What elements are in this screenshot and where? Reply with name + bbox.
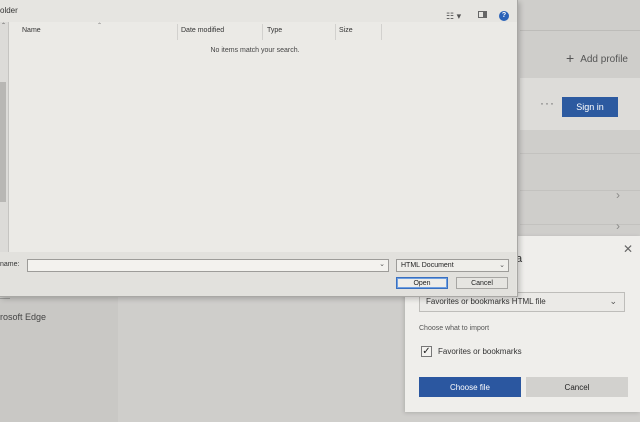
file-list[interactable]: ⌃ Name Date modified Type Size No items … (8, 22, 517, 252)
chevron-down-icon: ⌄ (499, 262, 505, 269)
sign-in-button[interactable]: Sign in (562, 97, 618, 117)
chevron-down-icon[interactable]: ⌄ (379, 260, 385, 268)
chevron-right-icon[interactable]: › (616, 219, 620, 233)
header-divider (520, 30, 640, 31)
cancel-button[interactable]: Cancel (526, 377, 628, 397)
sidebar-divider (0, 298, 10, 299)
preview-pane-icon[interactable] (478, 11, 487, 18)
file-name-label: name: (0, 261, 20, 268)
column-separator[interactable] (177, 24, 178, 40)
favorites-checkbox-label[interactable]: Favorites or bookmarks (438, 347, 522, 356)
chevron-down-icon: ⌄ (609, 296, 617, 306)
add-profile-link[interactable]: + Add profile (566, 50, 628, 66)
open-button[interactable]: Open (396, 277, 448, 289)
navigation-pane[interactable] (0, 22, 8, 252)
dialog-footer: name: ⌄ HTML Document ⌄ Open Cancel (0, 252, 516, 296)
file-open-dialog: older ☷ ▾ ? ⌃ ⌃ Name Date modified Type … (0, 0, 518, 297)
view-options-icon[interactable]: ☷ ▾ (446, 11, 461, 22)
column-separator[interactable] (381, 24, 382, 40)
file-type-value: HTML Document (401, 262, 454, 269)
close-icon[interactable]: ✕ (623, 242, 633, 256)
column-separator[interactable] (262, 24, 263, 40)
row-divider (520, 224, 640, 225)
row-divider (520, 190, 640, 191)
more-options-icon[interactable]: ··· (540, 96, 555, 110)
choose-file-button[interactable]: Choose file (419, 377, 521, 397)
plus-icon: + (566, 50, 575, 66)
choose-what-label: Choose what to import (419, 325, 490, 332)
favorites-checkbox[interactable]: ✓ (421, 346, 432, 357)
column-separator[interactable] (335, 24, 336, 40)
sidebar-item-edge[interactable]: rosoft Edge (0, 312, 46, 322)
sort-caret-icon: ⌃ (97, 23, 103, 29)
column-header-date-modified[interactable]: Date modified (181, 27, 224, 34)
scrollbar-thumb[interactable] (0, 82, 6, 202)
row-divider (520, 153, 640, 154)
column-header-size[interactable]: Size (339, 27, 353, 34)
column-header-name[interactable]: Name (22, 27, 41, 34)
add-profile-label: Add profile (580, 54, 628, 65)
import-source-value: Favorites or bookmarks HTML file (426, 297, 546, 306)
empty-results-message: No items match your search. (210, 47, 300, 54)
help-icon[interactable]: ? (499, 11, 509, 21)
column-header-type[interactable]: Type (267, 27, 282, 34)
scroll-up-icon[interactable]: ⌃ (1, 22, 6, 29)
dialog-title: older (0, 6, 18, 15)
file-name-input[interactable]: ⌄ (27, 259, 389, 272)
cancel-button[interactable]: Cancel (456, 277, 508, 289)
file-type-select[interactable]: HTML Document ⌄ (396, 259, 509, 272)
chevron-right-icon[interactable]: › (616, 188, 620, 202)
